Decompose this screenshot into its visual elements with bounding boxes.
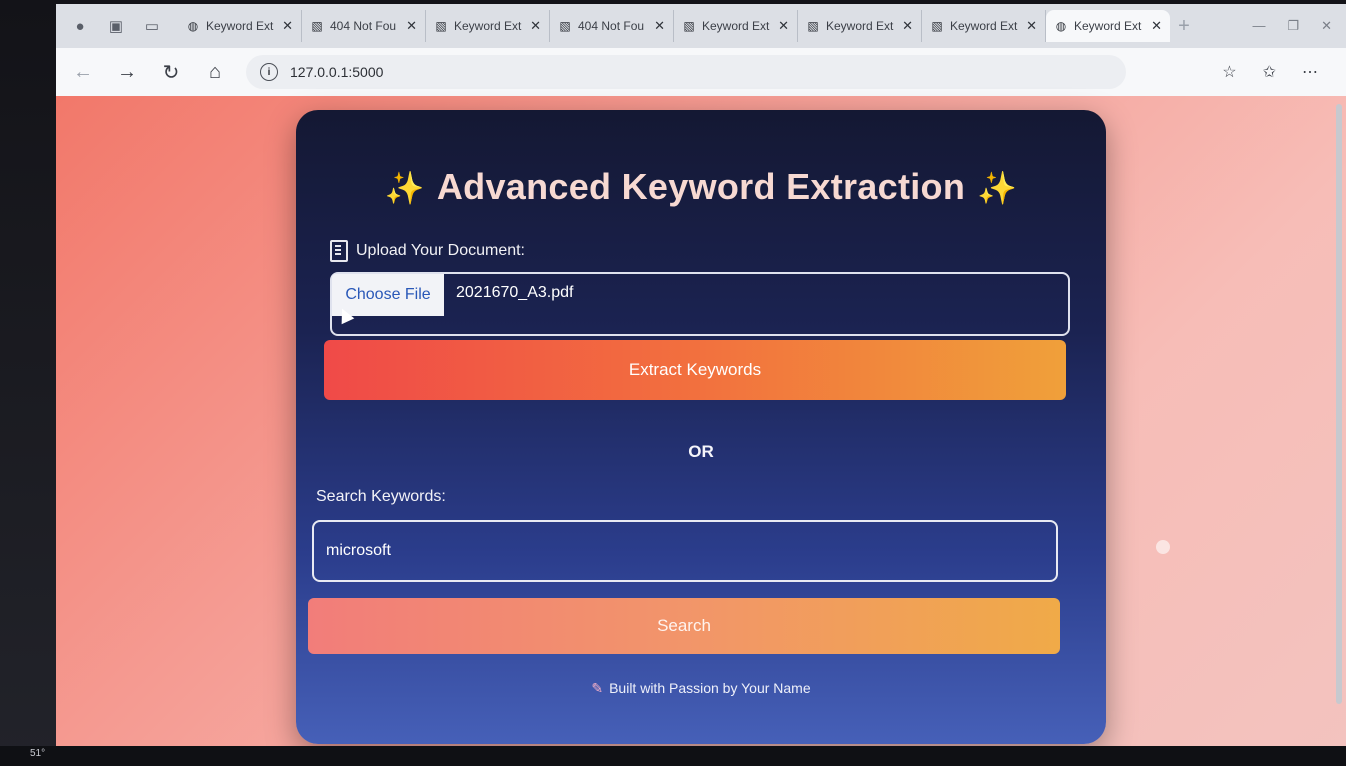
- sparkles-icon: ✨: [977, 170, 1018, 206]
- home-icon[interactable]: ⌂: [198, 55, 232, 89]
- search-button[interactable]: Search: [308, 598, 1060, 654]
- close-icon[interactable]: ✕: [902, 18, 913, 34]
- profile-icon[interactable]: ●: [70, 16, 90, 36]
- extract-keywords-button[interactable]: Extract Keywords: [324, 340, 1066, 400]
- taskbar: 51°: [0, 746, 1346, 766]
- tab[interactable]: ▧ 404 Not Fou ✕: [550, 10, 674, 42]
- refresh-icon[interactable]: ↻: [154, 55, 188, 89]
- globe-icon: ◍: [187, 19, 199, 33]
- tab[interactable]: ▧ Keyword Ext ✕: [798, 10, 922, 42]
- search-input[interactable]: [312, 520, 1058, 582]
- close-icon[interactable]: ✕: [1151, 18, 1162, 34]
- tab-strip: ● ▣ ▭ ◍ Keyword Ext ✕ ▧ 404 Not Fou ✕ ▧ …: [56, 4, 1346, 48]
- image-icon: ▧: [311, 19, 323, 33]
- window-close-icon[interactable]: ✕: [1321, 18, 1332, 34]
- tab-label: 404 Not Fou: [578, 19, 645, 33]
- file-input[interactable]: Choose File 2021670_A3.pdf: [330, 272, 1070, 336]
- new-tab-icon[interactable]: +: [1170, 15, 1198, 38]
- document-icon: [330, 240, 348, 262]
- page-viewport: ✨ Advanced Keyword Extraction ✨ Upload You…: [56, 96, 1346, 756]
- image-icon: ▧: [435, 19, 447, 33]
- decorative-dot: [1156, 540, 1170, 554]
- extraction-card: ✨ Advanced Keyword Extraction ✨ Upload You…: [296, 110, 1106, 744]
- toolbar-right: ☆ ✩ ⋯: [1222, 62, 1346, 82]
- tab-label: Keyword Ext: [826, 19, 894, 33]
- tab[interactable]: ◍ Keyword Ext ✕: [178, 10, 302, 42]
- address-bar[interactable]: i 127.0.0.1:5000: [246, 55, 1126, 89]
- scrollbar[interactable]: [1336, 104, 1342, 704]
- close-icon[interactable]: ✕: [1026, 18, 1037, 34]
- tab[interactable]: ▧ 404 Not Fou ✕: [302, 10, 426, 42]
- browser-toolbar: ← → ↻ ⌂ i 127.0.0.1:5000 ☆ ✩ ⋯: [56, 48, 1346, 97]
- url-text: 127.0.0.1:5000: [290, 64, 384, 80]
- rocket-icon: ✎: [591, 680, 604, 696]
- close-icon[interactable]: ✕: [654, 18, 665, 34]
- page-title-text: Advanced Keyword Extraction: [436, 166, 966, 207]
- globe-icon: ◍: [1055, 19, 1067, 33]
- tab-label: Keyword Ext: [950, 19, 1018, 33]
- forward-icon[interactable]: →: [110, 55, 144, 89]
- search-label: Search Keywords:: [316, 488, 446, 505]
- tab-label: 404 Not Fou: [330, 19, 397, 33]
- close-icon[interactable]: ✕: [282, 18, 293, 34]
- image-icon: ▧: [683, 19, 695, 33]
- tab[interactable]: ▧ Keyword Ext ✕: [922, 10, 1046, 42]
- file-name: 2021670_A3.pdf: [456, 284, 574, 301]
- upload-label-text: Upload Your Document:: [356, 242, 525, 259]
- image-icon: ▧: [559, 19, 571, 33]
- upload-label: Upload Your Document:: [330, 240, 525, 262]
- star-icon[interactable]: ☆: [1222, 62, 1236, 82]
- close-icon[interactable]: ✕: [530, 18, 541, 34]
- page-title: ✨ Advanced Keyword Extraction ✨: [296, 166, 1106, 208]
- tab-tools: ● ▣ ▭: [56, 16, 178, 36]
- monitor-frame: ● ▣ ▭ ◍ Keyword Ext ✕ ▧ 404 Not Fou ✕ ▧ …: [0, 0, 1346, 766]
- workspaces-icon[interactable]: ▣: [106, 16, 126, 36]
- image-icon: ▧: [931, 19, 943, 33]
- tab-label: Keyword Ext: [454, 19, 522, 33]
- tab-label: Keyword Ext: [206, 19, 274, 33]
- info-icon[interactable]: i: [260, 63, 278, 81]
- image-icon: ▧: [807, 19, 819, 33]
- close-icon[interactable]: ✕: [406, 18, 417, 34]
- weather-temperature: 51°: [30, 748, 46, 759]
- footer-text: Built with Passion by Your Name: [609, 680, 811, 696]
- tab-actions-icon[interactable]: ▭: [142, 16, 162, 36]
- maximize-icon[interactable]: ❐: [1287, 18, 1299, 34]
- more-icon[interactable]: ⋯: [1302, 62, 1318, 82]
- sparkles-icon: ✨: [384, 170, 425, 206]
- tab[interactable]: ▧ Keyword Ext ✕: [426, 10, 550, 42]
- minimize-icon[interactable]: —: [1252, 18, 1265, 34]
- footer: ✎ Built with Passion by Your Name: [296, 680, 1106, 697]
- back-icon[interactable]: ←: [66, 55, 100, 89]
- tab-label: Keyword Ext: [1074, 19, 1142, 33]
- favorites-icon[interactable]: ✩: [1263, 62, 1276, 82]
- tab-label: Keyword Ext: [702, 19, 770, 33]
- tab[interactable]: ▧ Keyword Ext ✕: [674, 10, 798, 42]
- close-icon[interactable]: ✕: [778, 18, 789, 34]
- tab-active[interactable]: ◍ Keyword Ext ✕: [1046, 10, 1170, 42]
- browser-window: ● ▣ ▭ ◍ Keyword Ext ✕ ▧ 404 Not Fou ✕ ▧ …: [56, 4, 1346, 756]
- or-divider: OR: [688, 442, 714, 461]
- window-controls: — ❐ ✕: [1252, 18, 1346, 34]
- tabs: ◍ Keyword Ext ✕ ▧ 404 Not Fou ✕ ▧ Keywor…: [178, 4, 1198, 48]
